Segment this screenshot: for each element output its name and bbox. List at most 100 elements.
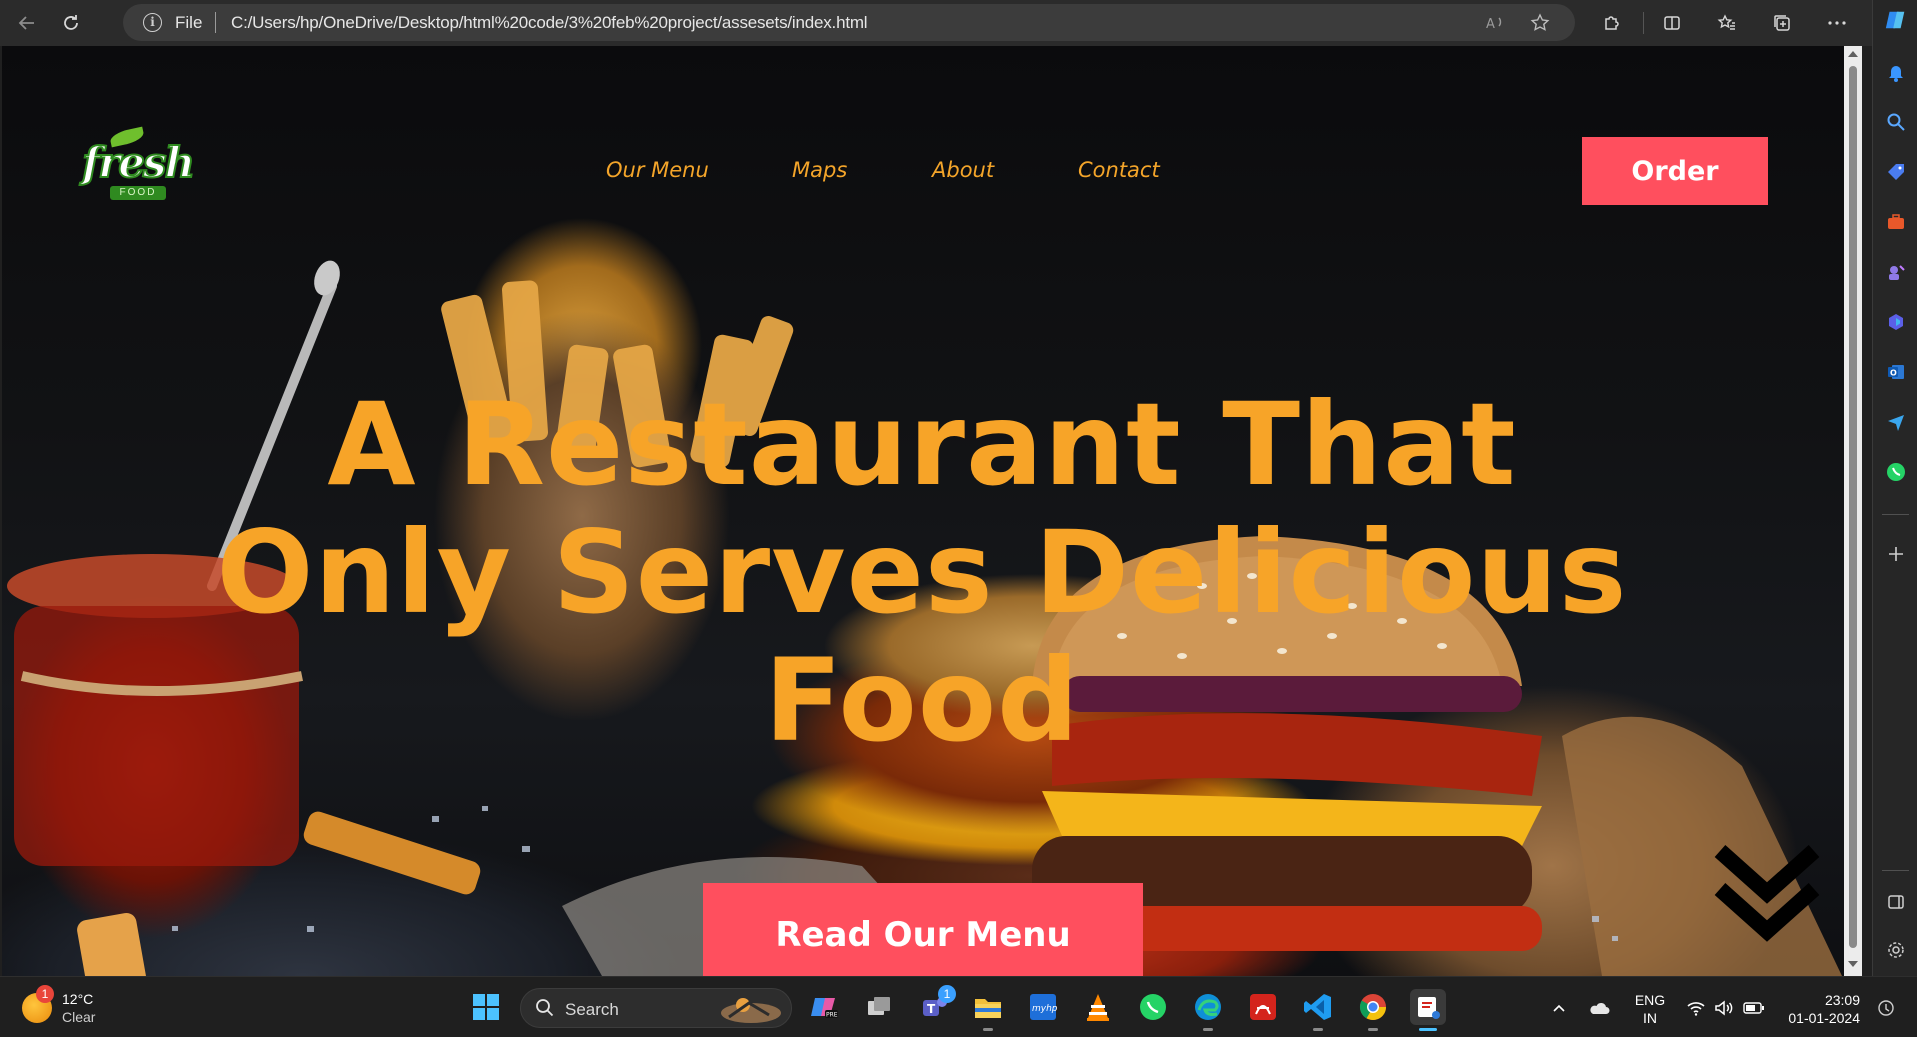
scroll-up-arrow-icon[interactable] bbox=[1848, 51, 1858, 57]
settings-gear-icon[interactable] bbox=[1884, 938, 1908, 962]
wifi-icon[interactable] bbox=[1685, 997, 1707, 1019]
whatsapp-taskbar-icon[interactable] bbox=[1135, 989, 1171, 1025]
sidebar-divider bbox=[1882, 870, 1909, 871]
notification-center-icon[interactable] bbox=[1875, 997, 1897, 1019]
onedrive-cloud-icon[interactable] bbox=[1588, 997, 1610, 1019]
address-separator bbox=[215, 12, 216, 33]
weather-description: Clear bbox=[62, 1009, 96, 1025]
language-code: ENG bbox=[1634, 992, 1666, 1008]
copilot-taskbar-icon[interactable]: PRE bbox=[806, 989, 842, 1025]
task-view-icon[interactable] bbox=[861, 989, 897, 1025]
acrobat-icon[interactable] bbox=[1245, 989, 1281, 1025]
teams-icon[interactable]: T 1 bbox=[916, 985, 956, 1025]
address-bar[interactable]: i File C:/Users/hp/OneDrive/Desktop/html… bbox=[123, 4, 1575, 41]
scroll-down-arrow-icon[interactable] bbox=[1848, 961, 1858, 967]
copilot-icon[interactable] bbox=[1884, 8, 1908, 32]
edge-sidebar: O bbox=[1872, 0, 1917, 976]
search-highlight-icon bbox=[721, 998, 781, 1023]
split-screen-icon bbox=[1664, 16, 1680, 30]
outlook-icon[interactable]: O bbox=[1884, 360, 1908, 384]
clock-time: 23:09 bbox=[1824, 992, 1860, 1008]
taskbar-search-box[interactable]: Search bbox=[520, 988, 792, 1028]
logo-subtitle: FOOD bbox=[110, 186, 166, 200]
split-screen-button[interactable] bbox=[1655, 6, 1689, 40]
weather-badge: 1 bbox=[36, 985, 54, 1003]
notifications-icon[interactable] bbox=[1884, 60, 1908, 84]
favorites-list-icon bbox=[1717, 14, 1735, 30]
volume-icon[interactable] bbox=[1713, 997, 1735, 1019]
chrome-icon[interactable] bbox=[1355, 989, 1391, 1031]
file-explorer-icon[interactable] bbox=[970, 989, 1006, 1031]
hero-heading: A Restaurant That Only Serves Delicious … bbox=[216, 378, 1628, 767]
language-indicator[interactable]: ENG IN bbox=[1630, 991, 1670, 1027]
more-menu-button[interactable] bbox=[1820, 6, 1854, 40]
running-indicator bbox=[1203, 1028, 1213, 1031]
svg-text:myhp: myhp bbox=[1032, 1004, 1058, 1014]
collections-icon bbox=[1774, 15, 1790, 31]
page-viewport: fresh FOOD Our Menu Maps About Contact O… bbox=[2, 46, 1844, 976]
svg-text:T: T bbox=[927, 1002, 936, 1016]
running-indicator bbox=[983, 1028, 993, 1031]
microsoft-365-icon[interactable] bbox=[1884, 310, 1908, 334]
teams-notification-badge: 1 bbox=[938, 985, 956, 1003]
sidebar-divider bbox=[1882, 514, 1909, 515]
games-icon[interactable] bbox=[1884, 260, 1908, 284]
back-arrow-icon bbox=[18, 16, 34, 30]
vscode-icon[interactable] bbox=[1300, 989, 1336, 1031]
nav-link-contact[interactable]: Contact bbox=[1078, 158, 1160, 182]
browser-toolbar: i File C:/Users/hp/OneDrive/Desktop/html… bbox=[0, 0, 1917, 46]
search-placeholder: Search bbox=[565, 1000, 619, 1019]
order-button[interactable]: Order bbox=[1582, 137, 1768, 205]
show-hidden-icons-chevron-icon[interactable] bbox=[1548, 997, 1570, 1019]
back-button[interactable] bbox=[10, 6, 44, 40]
whatsapp-icon[interactable] bbox=[1884, 460, 1908, 484]
language-region: IN bbox=[1643, 1010, 1657, 1026]
favorites-button[interactable] bbox=[1710, 6, 1744, 40]
svg-text:PRE: PRE bbox=[826, 1012, 838, 1019]
add-icon[interactable] bbox=[1884, 542, 1908, 566]
active-indicator bbox=[1419, 1028, 1437, 1031]
running-indicator bbox=[1313, 1028, 1323, 1031]
tools-briefcase-icon[interactable] bbox=[1884, 210, 1908, 234]
svg-text:O: O bbox=[1890, 369, 1897, 378]
system-clock[interactable]: 23:09 01-01-2024 bbox=[1780, 991, 1860, 1027]
favorite-star-icon[interactable] bbox=[1528, 11, 1552, 35]
svg-text:A: A bbox=[1486, 17, 1495, 32]
collections-button[interactable] bbox=[1765, 6, 1799, 40]
start-button[interactable] bbox=[468, 989, 504, 1025]
puzzle-icon bbox=[1605, 16, 1619, 30]
nav-link-maps[interactable]: Maps bbox=[792, 158, 847, 182]
more-dots-icon bbox=[1828, 21, 1846, 25]
address-url[interactable]: C:/Users/hp/OneDrive/Desktop/html%20code… bbox=[231, 13, 868, 33]
nav-link-our-menu[interactable]: Our Menu bbox=[606, 158, 709, 182]
send-icon[interactable] bbox=[1884, 410, 1908, 434]
edge-browser-icon[interactable] bbox=[1190, 989, 1226, 1031]
page-scrollbar[interactable] bbox=[1844, 46, 1862, 976]
windows-logo-icon bbox=[473, 994, 499, 1020]
scroll-down-chevron-icon[interactable] bbox=[1712, 841, 1822, 951]
scrollbar-thumb[interactable] bbox=[1849, 66, 1857, 948]
hide-sidebar-icon[interactable] bbox=[1884, 890, 1908, 914]
nav-link-about[interactable]: About bbox=[932, 158, 994, 182]
toolbar-divider bbox=[1643, 12, 1644, 34]
extensions-button[interactable] bbox=[1595, 6, 1629, 40]
refresh-button[interactable] bbox=[54, 6, 88, 40]
myhp-icon[interactable]: myhp bbox=[1025, 989, 1061, 1025]
address-scheme-label: File bbox=[175, 13, 203, 32]
clock-date: 01-01-2024 bbox=[1788, 1010, 1860, 1026]
weather-temperature: 12°C bbox=[62, 991, 94, 1007]
refresh-icon bbox=[64, 15, 78, 30]
read-aloud-icon[interactable]: A bbox=[1483, 11, 1507, 35]
snipping-tool-icon[interactable] bbox=[1410, 989, 1446, 1031]
info-icon[interactable]: i bbox=[143, 13, 162, 32]
battery-icon[interactable] bbox=[1743, 997, 1765, 1019]
shopping-tag-icon[interactable] bbox=[1884, 160, 1908, 184]
site-navigation: Our Menu Maps About Contact bbox=[2, 158, 1844, 188]
running-indicator bbox=[1368, 1028, 1378, 1031]
search-icon bbox=[536, 999, 554, 1017]
weather-widget[interactable]: 1 12°C Clear bbox=[20, 985, 140, 1029]
windows-taskbar: 1 12°C Clear Search PRE T 1 myhp ENG IN … bbox=[0, 976, 1917, 1037]
search-icon[interactable] bbox=[1884, 110, 1908, 134]
vlc-icon[interactable] bbox=[1080, 989, 1116, 1025]
read-our-menu-button[interactable]: Read Our Menu bbox=[703, 883, 1143, 976]
